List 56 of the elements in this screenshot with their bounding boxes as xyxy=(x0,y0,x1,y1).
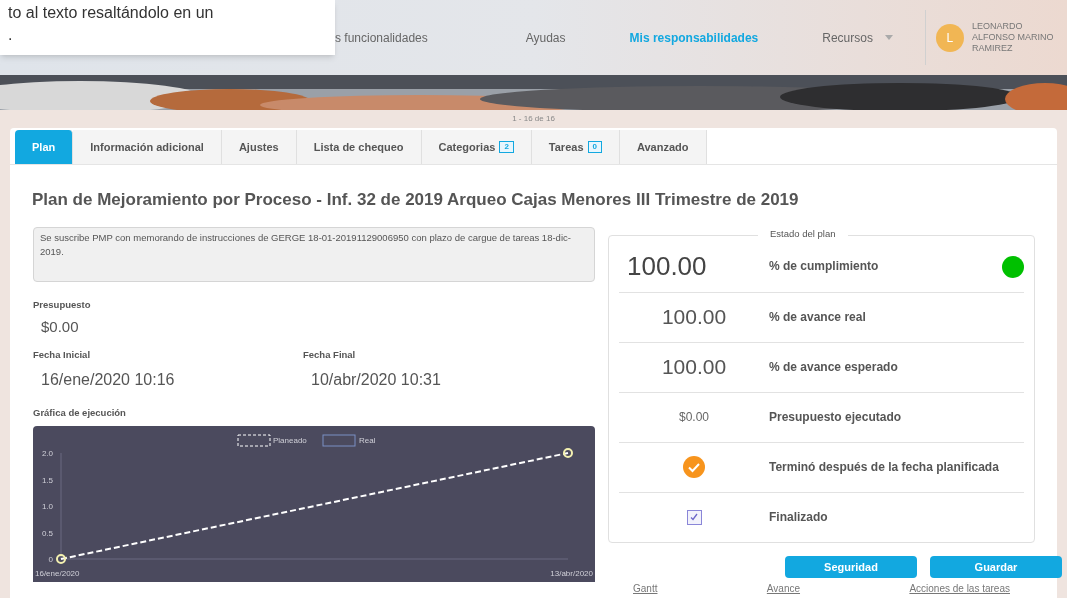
axis-label: 0 xyxy=(48,554,53,564)
caret-icon xyxy=(884,34,893,41)
tab[interactable]: Categorias 2 xyxy=(421,130,532,164)
field-value: 10/abr/2020 10:31 xyxy=(311,369,441,390)
tab[interactable]: Ajustes xyxy=(221,130,297,164)
data-point xyxy=(563,447,573,458)
field-value: 16/ene/2020 10:16 xyxy=(41,369,176,390)
tab[interactable]: Información adicional xyxy=(73,130,222,164)
legend-label: Real xyxy=(359,435,376,445)
status-label: Terminó después de la fecha planificada xyxy=(769,459,1000,475)
tab[interactable]: Avanzado xyxy=(619,130,707,164)
action-button[interactable]: Guardar xyxy=(930,556,1062,578)
legend-label: Planeado xyxy=(273,435,307,445)
link[interactable]: Avance xyxy=(766,580,800,596)
link[interactable]: Gantt xyxy=(633,580,658,596)
description-field[interactable]: Se suscribe PMP con memorando de instrucciones de GERGE 18-01-20191129006950 con plazo de cargue de tareas 18-dic-2019. xyxy=(33,226,595,282)
status-label: Finalizado xyxy=(769,509,829,525)
tab[interactable]: Plan xyxy=(15,130,74,164)
axis-label: 1.5 xyxy=(41,475,53,485)
check-circle-icon xyxy=(683,456,705,478)
status-label: Presupuesto ejecutado xyxy=(769,409,903,425)
legend-swatch xyxy=(237,434,271,447)
axis-label: 1.0 xyxy=(41,501,53,511)
field-label: Fecha Inicial xyxy=(33,348,92,363)
check-icon xyxy=(689,512,699,522)
axis-label: 2.0 xyxy=(41,448,53,458)
link[interactable]: Acciones de las tareas xyxy=(909,580,1010,596)
field-label: Fecha Final xyxy=(303,348,357,363)
chart-title: Gráfica de ejecución xyxy=(33,405,127,420)
value-text: $0.00 xyxy=(679,409,709,426)
nav-link[interactable]: s funcionalidades xyxy=(335,28,428,47)
value-text: 100.00 xyxy=(661,354,727,381)
action-button[interactable]: Seguridad xyxy=(785,556,917,578)
axis-label: 13/abr/2020 xyxy=(550,568,593,578)
field-label: Presupuesto xyxy=(33,297,92,312)
tooltip: to al texto resaltándolo en un . xyxy=(0,0,335,55)
user-name: LEONARDO ALFONSO MARINO RAMIREZ xyxy=(971,21,1055,54)
tab[interactable]: Tareas 0 xyxy=(531,130,620,164)
legend-swatch xyxy=(322,434,356,447)
value-text: 100.00 xyxy=(627,250,707,283)
axis-label: 16/ene/2020 xyxy=(35,568,80,578)
plan-title: Plan de Mejoramiento por Proceso - Inf. 32 de 2019 Arqueo Cajas Menores III Trimestre de 2019 xyxy=(31,189,800,211)
nav-link[interactable]: Recursos xyxy=(822,28,893,47)
tab[interactable]: Lista de chequeo xyxy=(296,130,422,164)
axis-label: 0.5 xyxy=(41,528,53,538)
nav-link[interactable]: Ayudas xyxy=(525,28,566,47)
data-point xyxy=(56,553,66,564)
checkbox[interactable] xyxy=(686,509,702,525)
field-value: $0.00 xyxy=(41,316,80,337)
status-label: % de avance esperado xyxy=(769,359,899,375)
status-label: % de cumplimiento xyxy=(769,259,880,274)
status-label: % de avance real xyxy=(769,309,867,325)
pagination-text: 1 - 16 de 16 xyxy=(512,113,555,125)
value-text: 100.00 xyxy=(661,304,727,331)
count-badge: 0 xyxy=(587,141,602,153)
count-badge: 2 xyxy=(499,141,514,153)
